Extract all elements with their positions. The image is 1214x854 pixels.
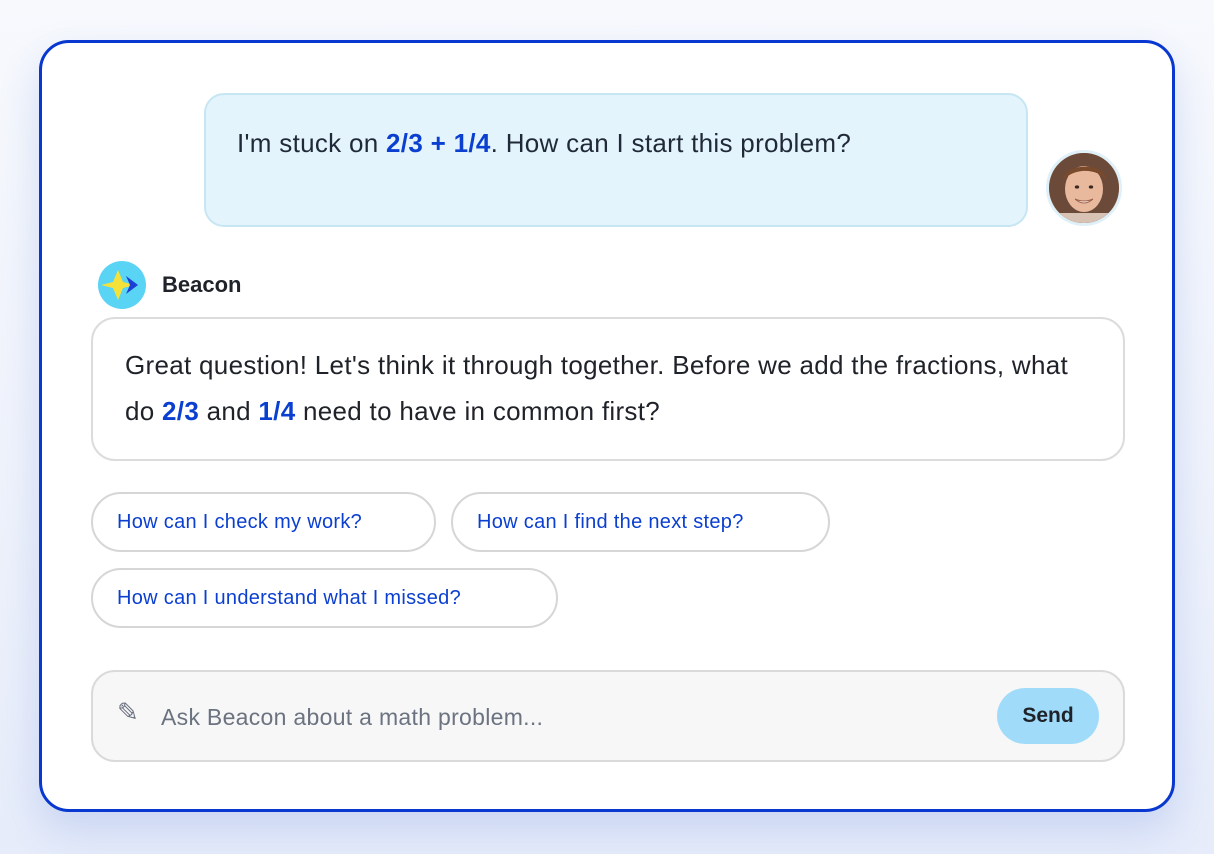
suggestion-understand-missed-button[interactable]: How can I understand what I missed? [91,568,558,628]
send-button[interactable]: Send [997,688,1099,744]
pencil-icon: ✎ [117,698,139,728]
assistant-math-fraction-1: 2/3 [162,396,200,426]
user-message-text-end: . How can I start this problem? [490,128,852,158]
assistant-message-bubble: Great question! Let's think it through t… [91,317,1125,461]
user-message-bubble: I'm stuck on 2/3 + 1/4. How can I start … [204,93,1028,227]
assistant-math-fraction-2: 1/4 [258,396,296,426]
message-composer: ✎ Send [91,670,1125,762]
assistant-message-text-mid: and [199,396,259,426]
user-avatar [1046,150,1122,226]
assistant-header: Beacon [98,261,241,309]
beacon-logo-icon [98,261,146,309]
assistant-message-text-end: need to have in common first? [295,396,660,426]
chat-window: I'm stuck on 2/3 + 1/4. How can I start … [39,40,1175,812]
user-message-math: 2/3 + 1/4 [386,128,491,158]
suggestion-next-step-button[interactable]: How can I find the next step? [451,492,830,552]
user-message-text: I'm stuck on [237,128,387,158]
user-avatar-image [1049,153,1119,223]
suggestion-check-work-button[interactable]: How can I check my work? [91,492,436,552]
message-input[interactable] [159,692,983,742]
assistant-name: Beacon [162,272,242,297]
